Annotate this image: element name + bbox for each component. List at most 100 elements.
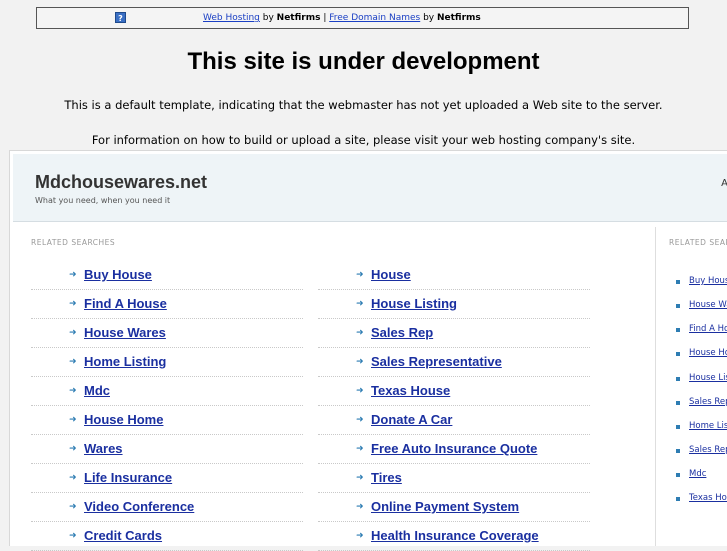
separator: | [320,13,330,23]
list-item: ➜ Sales Representative [318,348,590,377]
bullet-icon [676,328,680,332]
sidebar-link[interactable]: Buy House [689,276,727,286]
list-item: ➜ Texas House [318,377,590,406]
list-item: ➜ Donate A Car [318,406,590,435]
page-title: This site is under development [187,48,540,75]
arrow-icon: ➜ [356,415,364,425]
right-search-list: ➜ House ➜ House Listing ➜ Sales Rep ➜ Sales … [318,261,590,551]
list-item: ➜ Free Auto Insurance Quote [318,435,590,464]
arrow-icon: ➜ [69,270,77,280]
related-searches-label: RELATED SEARCHES [31,238,116,247]
list-item: ➜ Find A House [31,290,303,319]
search-link[interactable]: Sales Rep [371,325,433,340]
arrow-icon: ➜ [69,444,77,454]
bullet-icon [676,352,680,356]
sidebar-link[interactable]: House Home [689,348,727,358]
search-link[interactable]: Donate A Car [371,412,452,427]
left-search-list: ➜ Buy House ➜ Find A House ➜ House Wares ➜ H… [31,261,303,551]
arrow-icon: ➜ [69,299,77,309]
site-name: Mdchousewares.net [35,172,208,192]
sidebar-link[interactable]: Find A House [689,324,727,334]
arrow-icon: ➜ [69,328,77,338]
list-item: ➜ Home Listing [31,348,303,377]
bullet-icon [676,280,680,284]
search-link[interactable]: House [371,267,411,282]
sidebar-link[interactable]: Home Listing [689,421,727,431]
info-text-hosting: For information on how to build or uploa… [91,133,636,147]
arrow-icon: ➜ [69,357,77,367]
bullet-icon [676,304,680,308]
arrow-icon: ➜ [69,386,77,396]
arrow-icon: ➜ [356,531,364,541]
search-link[interactable]: Buy House [84,267,152,282]
sidebar-link[interactable]: Texas House [689,493,727,503]
bullet-icon [676,425,680,429]
search-link[interactable]: Find A House [84,296,167,311]
search-link[interactable]: Free Auto Insurance Quote [371,441,537,456]
search-link[interactable]: Video Conference [84,499,194,514]
top-banner: ? Web Hosting by Netfirms | Free Domain … [36,7,689,29]
list-item: ➜ Health Insurance Coverage [318,522,590,551]
arrow-icon: ➜ [356,299,364,309]
sidebar-related-label: RELATED SEARCHES [669,238,727,247]
list-item: ➜ Buy House [31,261,303,290]
bullet-icon [676,377,680,381]
sidebar-link[interactable]: Mdc [689,469,706,479]
related-searches-main: RELATED SEARCHES ➜ Buy House ➜ Find A Hous… [13,227,656,551]
arrow-icon: ➜ [69,502,77,512]
search-link[interactable]: Life Insurance [84,470,172,485]
banner-links: Web Hosting by Netfirms | Free Domain Na… [203,8,481,28]
search-link[interactable]: Texas House [371,383,450,398]
related-searches-sidebar: RELATED SEARCHES Buy House House Wares F… [656,227,727,546]
bullet-icon [676,401,680,405]
sidebar-link[interactable]: Sales Rep [689,397,727,407]
list-item: ➜ Wares [31,435,303,464]
sidebar-link[interactable]: House Wares [689,300,727,310]
arrow-icon: ➜ [356,502,364,512]
arrow-icon: ➜ [356,444,364,454]
arrow-icon: ➜ [356,386,364,396]
search-link[interactable]: House Listing [371,296,457,311]
search-link[interactable]: Sales Representative [371,354,502,369]
search-link[interactable]: House Wares [84,325,166,340]
brand-netfirms-1: Netfirms [276,13,321,23]
search-link[interactable]: Home Listing [84,354,166,369]
list-item: ➜ Life Insurance [31,464,303,493]
search-link[interactable]: Tires [371,470,402,485]
search-link[interactable]: Mdc [84,383,110,398]
free-domain-names-link[interactable]: Free Domain Names [329,13,420,23]
arrow-icon: ➜ [69,415,77,425]
by-text-1: by [259,13,277,23]
site-tagline: What you need, when you need it [35,196,171,205]
header-cut-text: A [721,178,727,189]
search-link[interactable]: House Home [84,412,163,427]
arrow-icon: ➜ [69,531,77,541]
list-item: ➜ Mdc [31,377,303,406]
list-item: ➜ Online Payment System [318,493,590,522]
list-item: ➜ House Listing [318,290,590,319]
arrow-icon: ➜ [69,473,77,483]
bullet-icon [676,449,680,453]
search-link[interactable]: Health Insurance Coverage [371,528,539,543]
question-icon[interactable]: ? [115,12,126,23]
arrow-icon: ➜ [356,357,364,367]
info-text-default-template: This is a default template, indicating t… [64,98,663,112]
list-item: ➜ Sales Rep [318,319,590,348]
panel-header: Mdchousewares.net What you need, when yo… [13,154,727,222]
search-link[interactable]: Credit Cards [84,528,162,543]
list-item: ➜ Video Conference [31,493,303,522]
by-text-2: by [420,13,437,23]
arrow-icon: ➜ [356,473,364,483]
list-item: ➜ House Home [31,406,303,435]
search-link[interactable]: Wares [84,441,123,456]
bullet-icon [676,497,680,501]
sidebar-link[interactable]: House Listing [689,373,727,383]
sidebar-link[interactable]: Sales Representative [689,445,727,455]
web-hosting-link[interactable]: Web Hosting [203,13,260,23]
brand-netfirms-2: Netfirms [436,13,481,23]
bullet-icon [676,473,680,477]
search-link[interactable]: Online Payment System [371,499,519,514]
parked-domain-panel: Mdchousewares.net What you need, when yo… [9,150,727,551]
list-item: ➜ Credit Cards [31,522,303,551]
list-item: ➜ House [318,261,590,290]
